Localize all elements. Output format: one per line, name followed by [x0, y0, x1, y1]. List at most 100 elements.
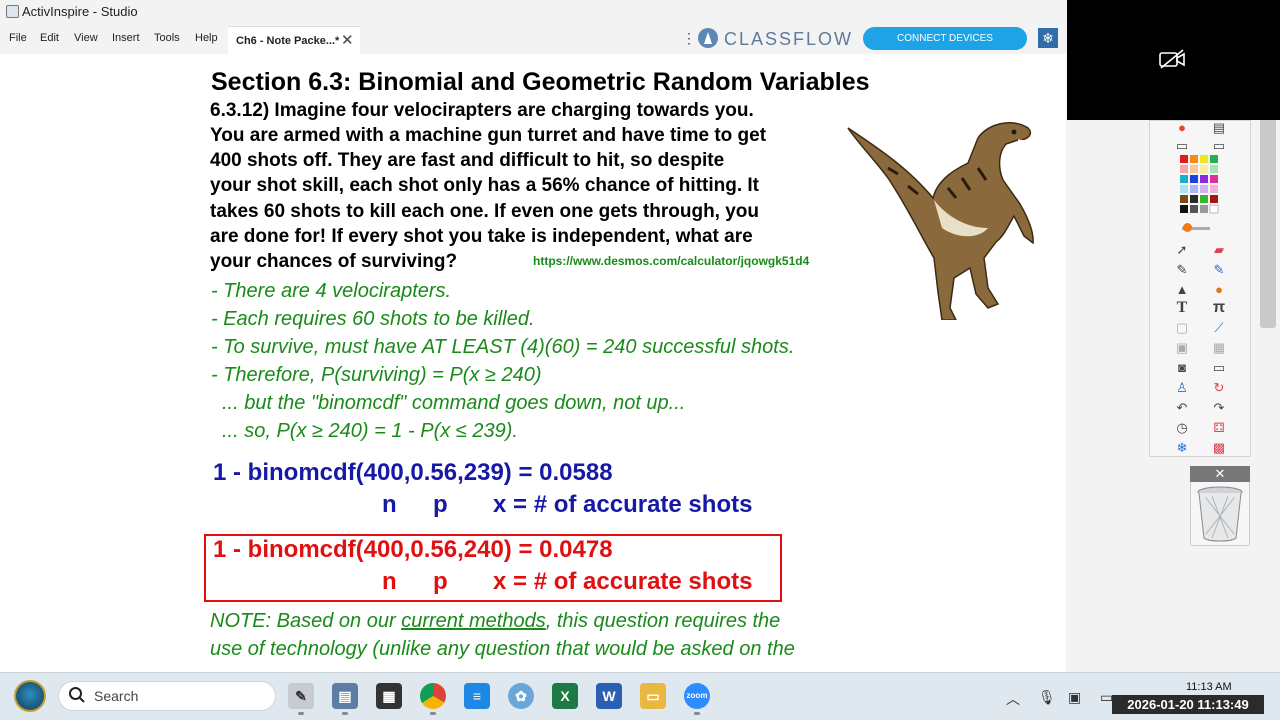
blue-label-n: n — [382, 491, 397, 518]
menu-bar: File Edit View Insert Tools Help Ch6 - N… — [0, 24, 1066, 54]
taskbar-indicator — [298, 712, 304, 715]
microphone-icon[interactable]: 🎙 — [1038, 689, 1056, 706]
chevron-up-icon[interactable]: ︿ — [1006, 689, 1020, 709]
note-line: ... so, P(x ≥ 240) = 1 - P(x ≤ 239). — [222, 420, 518, 442]
redo-icon[interactable]: ↷ — [1212, 401, 1226, 415]
gift-icon[interactable]: ▩ — [1212, 441, 1226, 455]
note-line: - To survive, must have AT LEAST (4)(60)… — [211, 336, 795, 358]
taskbar-indicator — [342, 712, 348, 715]
question-line: your chances of surviving? — [210, 251, 458, 272]
red-label-p: p — [433, 568, 448, 595]
notepad-icon[interactable]: ≡ — [464, 683, 490, 709]
screen-icon[interactable]: ▭ — [1212, 361, 1226, 375]
taskbar-search-input[interactable] — [58, 681, 276, 711]
color-palette[interactable] — [1180, 155, 1222, 219]
undo-icon[interactable]: ↶ — [1175, 401, 1189, 415]
timestamp-overlay: 2026-01-20 11:13:49 — [1112, 695, 1264, 714]
start-button[interactable] — [14, 680, 46, 712]
velociraptor-image[interactable] — [838, 108, 1044, 320]
menu-file[interactable]: File — [9, 32, 27, 44]
flipchart-page[interactable]: Section 6.3: Binomial and Geometric Rand… — [200, 60, 1053, 672]
word-icon[interactable]: W — [596, 683, 622, 709]
pen-color-icon[interactable]: ● — [1175, 121, 1189, 135]
clock-time[interactable]: 11:13 AM — [1186, 681, 1232, 693]
note-paragraph-line: NOTE: Based on our current methods, this… — [210, 610, 781, 632]
question-line: takes 60 shots to kill each one. If even… — [210, 201, 760, 222]
classflow-logo-icon — [698, 28, 718, 48]
camera-off-icon[interactable] — [1158, 48, 1186, 70]
pi-icon[interactable]: π — [1212, 300, 1226, 316]
app-icon — [6, 5, 19, 18]
pen-icon[interactable]: ✎ — [1175, 263, 1189, 277]
print-icon[interactable]: ▭ — [1175, 139, 1189, 153]
menu-edit[interactable]: Edit — [40, 32, 59, 44]
highlighter-icon[interactable]: ✎ — [1212, 263, 1226, 277]
note-line: - There are 4 velocirapters. — [211, 280, 452, 302]
close-tab-icon[interactable]: ✕ — [341, 31, 354, 49]
trash-bin-icon[interactable] — [1196, 486, 1244, 542]
current-methods-underlined: current methods — [401, 610, 546, 632]
text-tool-icon[interactable]: T — [1175, 300, 1189, 316]
paint-icon[interactable]: ✿ — [508, 683, 534, 709]
width-slider-handle[interactable] — [1183, 223, 1192, 232]
question-line: 400 shots off. They are fast and difficu… — [210, 150, 725, 171]
red-formula: 1 - binomcdf(400,0.56,240) = 0.0478 — [213, 536, 613, 563]
search-icon — [69, 687, 85, 703]
red-label-n: n — [382, 568, 397, 595]
note-paragraph-line: use of technology (unlike any question t… — [210, 638, 795, 660]
grid-icon[interactable]: ▦ — [1212, 341, 1226, 355]
connector-icon[interactable]: ⟋ — [1212, 321, 1226, 335]
refresh-icon[interactable]: ↻ — [1212, 381, 1226, 395]
taskbar-indicator — [430, 712, 436, 715]
file-explorer-icon[interactable]: ▭ — [640, 683, 666, 709]
note-line: - Therefore, P(surviving) = P(x ≥ 240) — [211, 364, 542, 386]
lock-icon[interactable]: ▣ — [1175, 341, 1189, 355]
calculator-icon[interactable]: ▦ — [376, 683, 402, 709]
snowflake-icon[interactable]: ❄ — [1038, 28, 1058, 48]
close-icon[interactable]: ✕ — [1190, 466, 1250, 482]
snowflake-tool-icon[interactable]: ❄ — [1175, 441, 1189, 455]
desmos-link[interactable]: https://www.desmos.com/calculator/jqowgk… — [533, 254, 809, 268]
person-icon[interactable]: ♙ — [1175, 381, 1189, 395]
excel-icon[interactable]: X — [552, 683, 578, 709]
shape-icon[interactable]: ● — [1212, 283, 1226, 297]
display-icon[interactable]: ▣ — [1068, 689, 1081, 706]
question-line: are done for! If every shot you take is … — [210, 226, 753, 247]
duplicate-icon[interactable]: ▢ — [1175, 321, 1189, 335]
camera-icon[interactable]: ◙ — [1175, 361, 1189, 375]
select-arrow-icon[interactable]: ➚ — [1175, 243, 1189, 257]
clock-icon[interactable]: ◷ — [1175, 421, 1189, 435]
toolbox-panel: ● ▤ ▭ ▭ ➚ ▰ ✎ ✎ ▲ ● T π ▢ ⟋ ▣ ▦ ◙ ▭ ♙ ↻ … — [1149, 120, 1251, 457]
connect-devices-button[interactable]: CONNECT DEVICES — [863, 27, 1027, 50]
taskbar-indicator — [694, 712, 700, 715]
taskbar-activinspire-icon[interactable]: ✎ — [288, 683, 314, 709]
question-line: 6.3.12) Imagine four velocirapters are c… — [210, 100, 754, 121]
menu-help[interactable]: Help — [195, 32, 218, 44]
classflow-logo-text: CLASSFLOW — [724, 29, 854, 49]
dice-icon[interactable]: ⚃ — [1212, 421, 1226, 435]
red-label-x: x = # of accurate shots — [493, 568, 753, 595]
menu-insert[interactable]: Insert — [112, 32, 140, 44]
more-options-icon[interactable]: ⋮ — [682, 30, 696, 47]
note-line: - Each requires 60 shots to be killed. — [211, 308, 535, 330]
note-line: ... but the "binomcdf" command goes down… — [222, 392, 686, 414]
question-line: your shot skill, each shot only has a 56… — [210, 175, 760, 196]
window-title: ActivInspire - Studio — [22, 4, 138, 19]
fill-icon[interactable]: ▲ — [1175, 283, 1189, 297]
blue-label-p: p — [433, 491, 448, 518]
export-icon[interactable]: ▭ — [1212, 139, 1226, 153]
zoom-icon[interactable]: zoom — [684, 683, 710, 709]
page-icon[interactable]: ▤ — [1212, 121, 1226, 135]
eraser-icon[interactable]: ▰ — [1212, 243, 1226, 257]
blue-label-x: x = # of accurate shots — [493, 491, 753, 518]
menu-view[interactable]: View — [74, 32, 98, 44]
taskbar-app-icon[interactable]: ▤ — [332, 683, 358, 709]
menu-tools[interactable]: Tools — [154, 32, 180, 44]
tab-document-label: Ch6 - Note Packe...* — [236, 35, 340, 47]
page-title: Section 6.3: Binomial and Geometric Rand… — [211, 68, 870, 96]
tab-document[interactable]: Ch6 - Note Packe...* ✕ — [228, 26, 360, 54]
blue-formula: 1 - binomcdf(400,0.56,239) = 0.0588 — [213, 459, 613, 486]
search-placeholder: Search — [94, 688, 139, 704]
chrome-icon[interactable] — [420, 683, 446, 709]
question-line: You are armed with a machine gun turret … — [210, 125, 767, 146]
